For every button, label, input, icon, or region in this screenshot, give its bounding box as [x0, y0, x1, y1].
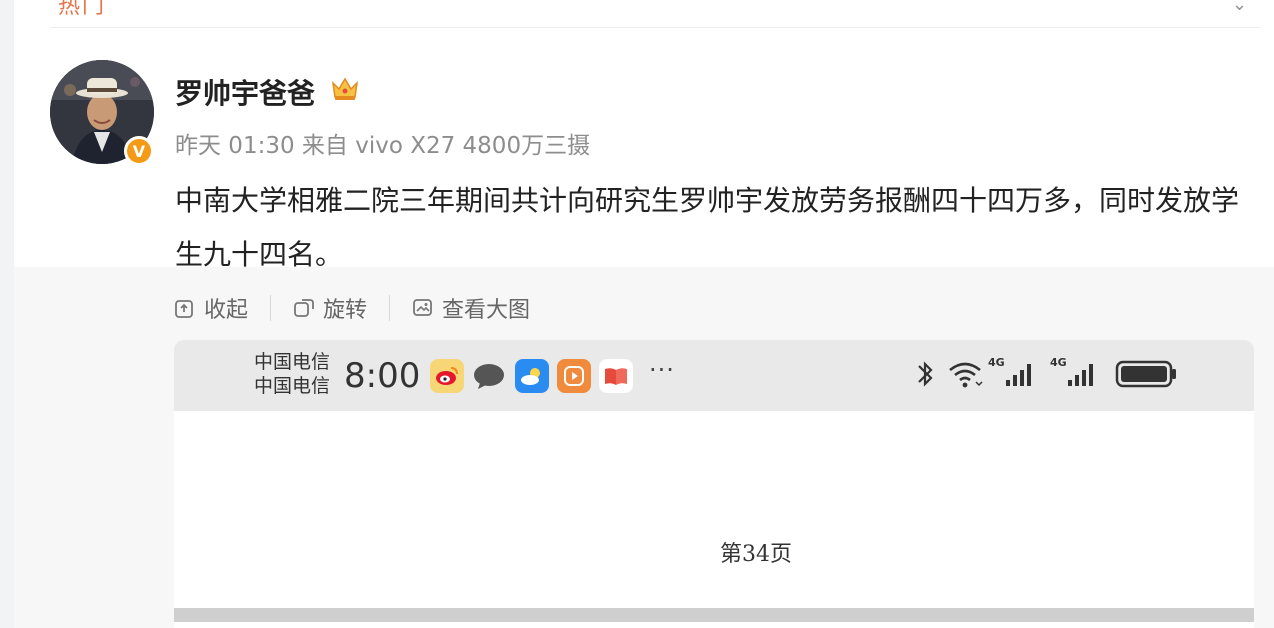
carrier-labels: 中国电信 中国电信: [254, 350, 330, 398]
signal-icon-2: 4G: [1050, 356, 1110, 392]
post-meta: 昨天 01:30 来自 vivo X27 4800万三摄: [175, 133, 591, 159]
page-separator: [174, 608, 1254, 622]
more-icon: ···: [649, 356, 675, 384]
crown-icon[interactable]: [330, 74, 360, 108]
carrier-label-1: 中国电信: [254, 351, 331, 373]
separator: [270, 295, 272, 321]
collapse-button[interactable]: 收起: [174, 292, 248, 324]
rotate-label: 旋转: [323, 298, 368, 323]
view-large-label: 查看大图: [442, 298, 531, 323]
separator: [389, 295, 391, 321]
video-app-icon: [557, 359, 591, 393]
collapse-label: 收起: [204, 298, 249, 323]
status-time: 8:00: [344, 356, 421, 396]
system-icons: 4G 4G: [912, 356, 1178, 392]
left-gutter: [0, 0, 14, 628]
post-text: 中南大学相雅二院三年期间共计向研究生罗帅宇发放劳务报酬四十四万多，同时发放学生九…: [175, 184, 1240, 271]
partial-tab-label[interactable]: 热门: [58, 0, 106, 20]
book-app-icon: [599, 359, 633, 393]
wifi-icon: [949, 362, 983, 388]
carrier-label-2: 中国电信: [254, 375, 331, 397]
verified-badge-icon: V: [124, 136, 154, 166]
username[interactable]: 罗帅宇爸爸: [175, 72, 315, 112]
weibo-app-icon: [430, 359, 464, 393]
collapse-icon: [175, 300, 193, 318]
battery-icon: [1115, 360, 1176, 388]
image-icon: [413, 299, 432, 316]
rotate-icon: [294, 299, 314, 317]
bluetooth-icon: [918, 361, 933, 387]
weather-app-icon: [515, 359, 549, 393]
rotate-button[interactable]: 旋转: [293, 292, 367, 324]
chevron-down-icon[interactable]: ⌄: [1232, 0, 1247, 15]
weibo-post-page: 热门 ⌄ V 罗帅宇爸爸 昨天 01:30 来自 vivo X27 4800万三…: [0, 0, 1274, 628]
view-large-button[interactable]: 查看大图: [412, 292, 530, 324]
phone-status-bar: 中国电信 中国电信 8:00 ··· 4G 4G: [174, 340, 1254, 411]
document-page-number: 第34页: [720, 542, 792, 567]
divider: [50, 27, 1260, 28]
signal-icon-1: 4G: [988, 356, 1040, 392]
post-image[interactable]: 中国电信 中国电信 8:00 ··· 4G 4G 第34页: [174, 340, 1254, 628]
media-action-bar: 收起 旋转 查看大图: [174, 292, 530, 324]
chat-bubble-icon: [472, 359, 506, 393]
